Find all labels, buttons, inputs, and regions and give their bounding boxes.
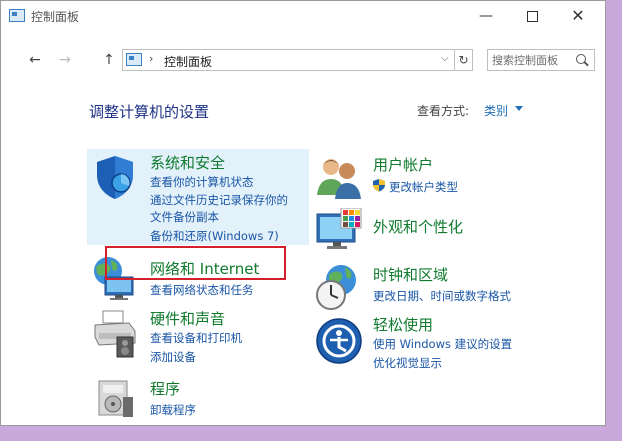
minimize-button[interactable]: —: [463, 1, 509, 31]
breadcrumb-separator-icon[interactable]: ›: [149, 52, 153, 65]
maximize-icon: [526, 10, 538, 22]
link-windows-recommended-settings[interactable]: 使用 Windows 建议的设置: [373, 336, 512, 352]
link-change-account-type[interactable]: 更改帐户类型: [389, 179, 458, 195]
link-uninstall-program[interactable]: 卸载程序: [150, 402, 196, 418]
control-panel-window: 控制面板 — ✕ ← → ↑ › 控制面板 ⌵ ↻ 调整计算机的设置 查看方式:…: [0, 0, 606, 426]
search-icon[interactable]: [576, 54, 586, 64]
up-button[interactable]: ↑: [99, 50, 119, 70]
category-title-programs[interactable]: 程序: [150, 378, 180, 399]
link-view-computer-status[interactable]: 查看你的计算机状态: [150, 174, 254, 190]
category-ease-of-access[interactable]: 轻松使用 使用 Windows 建议的设置 优化视觉显示: [311, 313, 571, 371]
link-file-history[interactable]: 通过文件历史记录保存你的: [150, 192, 288, 208]
link-add-device[interactable]: 添加设备: [150, 349, 196, 365]
category-programs[interactable]: 程序 卸载程序: [87, 373, 309, 423]
shield-icon: [97, 156, 133, 199]
control-panel-icon: [9, 9, 25, 22]
category-title-system-security[interactable]: 系统和安全: [150, 152, 225, 173]
category-title-user-accounts[interactable]: 用户帐户: [373, 154, 433, 175]
highlight-annotation-box: [105, 246, 286, 280]
category-appearance[interactable]: 外观和个性化: [311, 206, 551, 256]
up-arrow-icon: ↑: [103, 52, 115, 68]
refresh-icon: ↻: [458, 53, 469, 67]
link-view-network-status[interactable]: 查看网络状态和任务: [150, 282, 254, 298]
navigation-bar: ← → ↑ › 控制面板 ⌵ ↻: [1, 47, 605, 75]
minimize-icon: —: [479, 8, 493, 24]
category-hardware-sound[interactable]: 硬件和声音 查看设备和打印机 添加设备: [87, 307, 309, 365]
category-clock-region[interactable]: 时钟和区域 更改日期、时间或数字格式: [311, 259, 571, 311]
close-button[interactable]: ✕: [555, 1, 601, 31]
category-user-accounts[interactable]: 用户帐户 更改帐户类型: [311, 149, 551, 199]
category-title-ease-access[interactable]: 轻松使用: [373, 314, 433, 335]
category-title-hardware[interactable]: 硬件和声音: [150, 308, 225, 329]
refresh-button[interactable]: ↻: [455, 49, 473, 71]
chevron-down-icon[interactable]: ⌵: [441, 53, 449, 64]
window-title: 控制面板: [31, 10, 80, 24]
page-title: 调整计算机的设置: [89, 103, 210, 121]
back-arrow-icon: ←: [29, 52, 41, 68]
forward-arrow-icon: →: [59, 52, 71, 68]
users-icon: [317, 159, 361, 199]
chevron-down-icon[interactable]: [515, 106, 523, 111]
view-by-label: 查看方式:: [417, 104, 470, 118]
title-bar: 控制面板 — ✕: [1, 1, 605, 31]
forward-button[interactable]: →: [55, 50, 75, 70]
link-backup-restore[interactable]: 备份和还原(Windows 7): [150, 228, 279, 244]
clock-globe-icon: [316, 265, 356, 310]
maximize-button[interactable]: [509, 1, 555, 31]
view-by-dropdown[interactable]: 类别: [484, 102, 508, 119]
category-system-security[interactable]: 系统和安全 查看你的计算机状态 通过文件历史记录保存你的 文件备份副本 备份和还…: [87, 149, 309, 245]
breadcrumb-control-panel[interactable]: 控制面板: [164, 53, 212, 70]
category-title-appearance[interactable]: 外观和个性化: [373, 216, 463, 237]
category-title-clock-region[interactable]: 时钟和区域: [373, 264, 448, 285]
close-icon: ✕: [571, 6, 585, 25]
back-button[interactable]: ←: [25, 50, 45, 70]
printer-icon: [94, 310, 136, 358]
programs-icon: [98, 380, 133, 417]
link-change-date-time-format[interactable]: 更改日期、时间或数字格式: [373, 288, 511, 304]
ease-of-access-icon: [316, 318, 362, 364]
search-box[interactable]: [487, 49, 595, 71]
control-panel-icon: [126, 53, 142, 66]
uac-shield-icon: [373, 179, 385, 192]
link-file-history-cont[interactable]: 文件备份副本: [150, 209, 219, 225]
appearance-monitor-icon: [316, 208, 362, 249]
link-optimize-visual-display[interactable]: 优化视觉显示: [373, 355, 442, 371]
link-devices-printers[interactable]: 查看设备和打印机: [150, 330, 242, 346]
search-input[interactable]: [492, 52, 572, 68]
address-bar[interactable]: › 控制面板 ⌵: [122, 49, 455, 71]
